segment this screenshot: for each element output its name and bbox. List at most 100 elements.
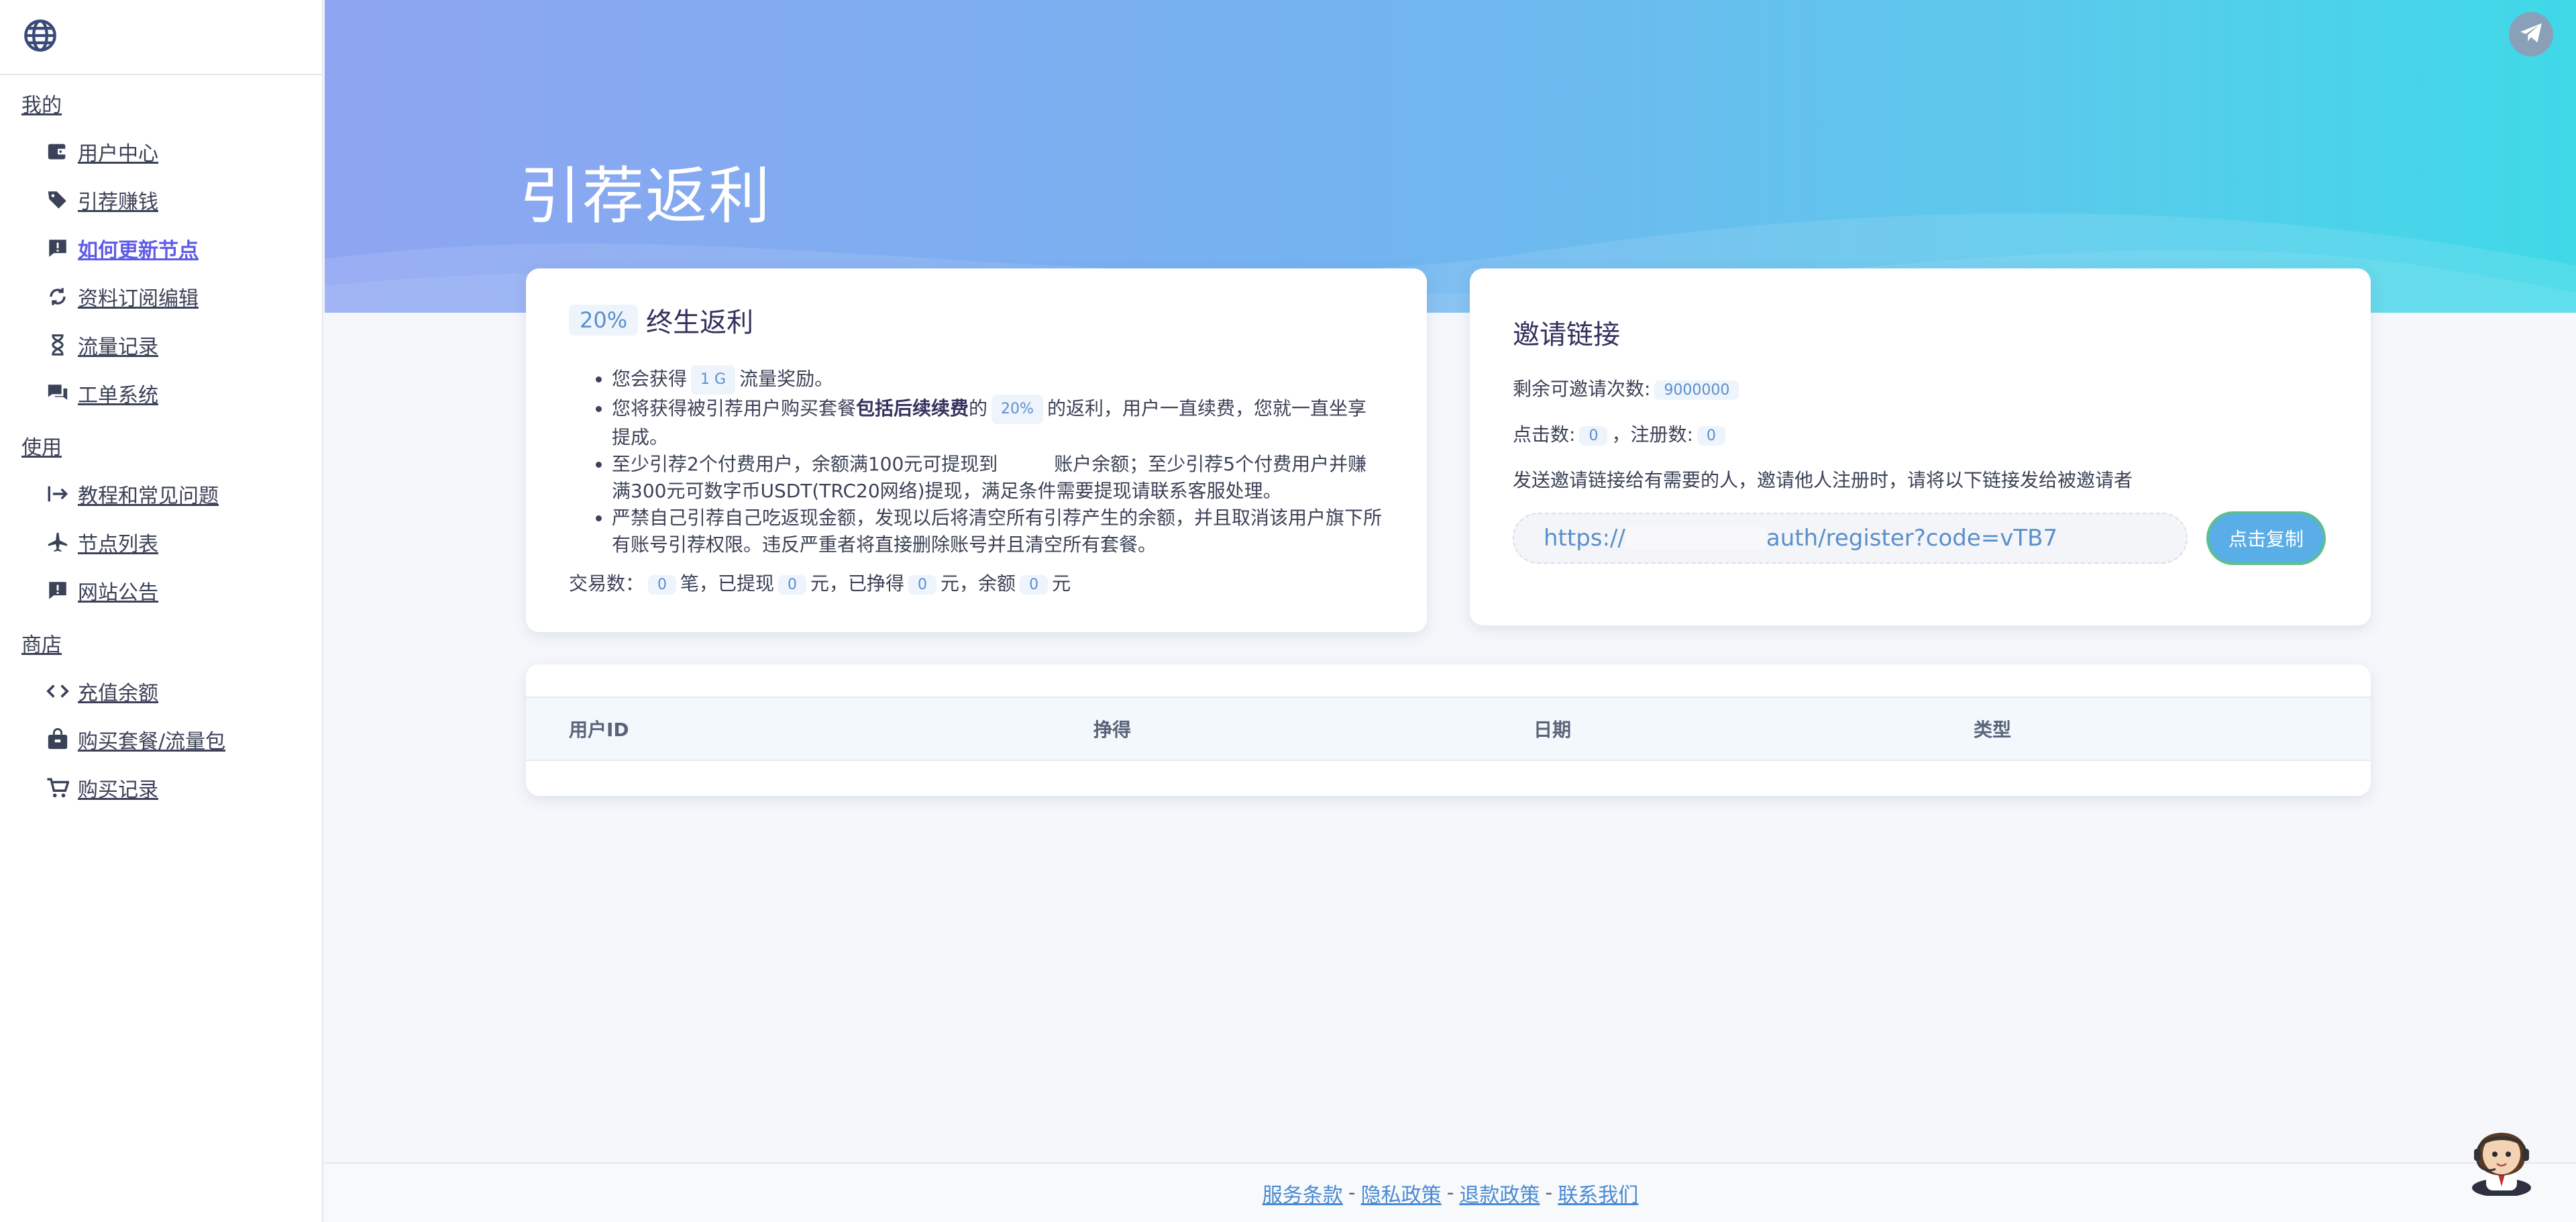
column-header-date[interactable]: 日期 xyxy=(1534,715,1571,742)
remaining-invites-count: 9000000 xyxy=(1654,380,1739,400)
rebate-rule-withdraw: 至少引荐2个付费用户，余额满100元可提现到 账户余额；至少引荐5个付费用户并赚… xyxy=(612,451,1384,505)
rule-text: 您会获得 xyxy=(612,368,688,390)
sidebar-item-tutorials[interactable]: 教程和常见问题 xyxy=(0,470,322,518)
rebate-rules-list: 您会获得1 G流量奖励。 您将获得被引荐用户购买套餐包括后续续费的20%的返利，… xyxy=(569,365,1384,558)
sidebar-item-label: 购买记录 xyxy=(78,778,158,802)
contact-link[interactable]: 联系我们 xyxy=(1558,1178,1638,1208)
sidebar-item-user-center[interactable]: 用户中心 xyxy=(0,128,322,176)
registrations-count: 0 xyxy=(1697,425,1725,446)
sign-in-icon xyxy=(44,480,71,507)
sidebar-item-label: 资料订阅编辑 xyxy=(78,287,199,311)
clicks-count: 0 xyxy=(1579,425,1608,446)
registrations-label: ，注册数: xyxy=(1611,423,1693,446)
sidebar-item-label: 用户中心 xyxy=(78,142,158,166)
sidebar-brand xyxy=(0,0,322,75)
sidebar-item-buy-plan[interactable]: 购买套餐/流量包 xyxy=(0,715,322,764)
sidebar-item-label: 引荐赚钱 xyxy=(78,191,158,214)
invite-link-suffix: auth/register?code=vTB7 xyxy=(1766,525,2058,552)
sidebar-item-subscription-edit[interactable]: 资料订阅编辑 xyxy=(0,272,322,321)
terms-link[interactable]: 服务条款 xyxy=(1263,1178,1343,1208)
withdrawn-amount: 0 xyxy=(778,574,807,595)
footer-separator: - xyxy=(1348,1181,1356,1205)
column-header-earned[interactable]: 挣得 xyxy=(1093,715,1131,742)
support-chat-avatar[interactable] xyxy=(2466,1113,2537,1197)
rule-text: 的 xyxy=(969,397,988,419)
redacted-domain xyxy=(1625,527,1766,550)
trades-count: 0 xyxy=(648,574,677,595)
sidebar-item-traffic-log[interactable]: 流量记录 xyxy=(0,321,322,369)
rule-text: 流量奖励。 xyxy=(739,368,834,390)
sidebar-item-label: 充值余额 xyxy=(78,682,158,705)
sidebar-item-node-list[interactable]: 节点列表 xyxy=(0,518,322,566)
sidebar-item-label: 网站公告 xyxy=(78,581,158,605)
alert-message-icon xyxy=(44,235,71,262)
stat-label: 交易数： xyxy=(569,572,645,595)
invite-description: 发送邀请链接给有需要的人，邀请他人注册时，请将以下链接发给被邀请者 xyxy=(1513,469,2133,491)
privacy-link[interactable]: 隐私政策 xyxy=(1361,1178,1442,1208)
page-header: 引荐返利 xyxy=(325,0,2576,313)
column-header-type[interactable]: 类型 xyxy=(1974,715,2011,742)
rebate-records-table: 用户ID 挣得 日期 类型 xyxy=(526,664,2371,796)
table-header: 用户ID 挣得 日期 类型 xyxy=(526,697,2371,761)
refund-link[interactable]: 退款政策 xyxy=(1459,1178,1540,1208)
rule-text: 您将获得被引荐用户购买套餐 xyxy=(612,397,857,419)
invite-link-field[interactable]: https:// auth/register?code=vTB7 xyxy=(1513,513,2188,564)
footer-separator: - xyxy=(1545,1181,1553,1205)
earned-amount: 0 xyxy=(908,574,937,595)
sidebar-item-purchase-history[interactable]: 购买记录 xyxy=(0,764,322,812)
rebate-card-header: 20% 终生返利 xyxy=(569,301,1384,340)
sync-icon xyxy=(44,283,71,310)
rebate-percent-badge: 20% xyxy=(569,305,639,336)
paper-plane-icon xyxy=(2518,20,2544,48)
sidebar-item-label: 节点列表 xyxy=(78,533,158,556)
footer-separator: - xyxy=(1446,1181,1454,1205)
stat-label: 元 xyxy=(1052,572,1071,595)
invite-card-title: 邀请链接 xyxy=(1513,319,1620,350)
sidebar-item-label: 工单系统 xyxy=(78,384,158,407)
tags-icon xyxy=(44,187,71,213)
traffic-reward-badge: 1 G xyxy=(691,365,736,395)
invite-remaining-row: 剩余可邀请次数: 9000000 xyxy=(1513,374,2328,401)
balance-amount: 0 xyxy=(1020,574,1049,595)
sidebar-section-use[interactable]: 使用 xyxy=(0,421,322,470)
sidebar-item-recharge[interactable]: 充值余额 xyxy=(0,667,322,715)
lifetime-rebate-card: 20% 终生返利 您会获得1 G流量奖励。 您将获得被引荐用户购买套餐包括后续续… xyxy=(526,268,1427,632)
invite-link-card: 邀请链接 剩余可邀请次数: 9000000 点击数: 0 ，注册数: 0 发送邀请链接给… xyxy=(1470,268,2371,625)
stat-label: 笔，已提现 xyxy=(680,572,775,595)
hourglass-icon xyxy=(44,332,71,358)
rebate-card-title: 终生返利 xyxy=(646,307,754,338)
stat-label: 元，已挣得 xyxy=(810,572,905,595)
footer: 服务条款 - 隐私政策 - 退款政策 - 联系我们 xyxy=(325,1162,2576,1222)
invite-stats-row: 点击数: 0 ，注册数: 0 xyxy=(1513,420,2328,447)
invite-link-row: https:// auth/register?code=vTB7 点击复制 xyxy=(1513,511,2328,565)
sidebar: 我的 用户中心 引荐赚钱 如何更新节点 资料订阅编辑 流量记录 工单系统 使用 … xyxy=(0,0,323,1222)
chat-icon xyxy=(44,380,71,407)
rebate-percent-inline-badge: 20% xyxy=(991,395,1043,424)
stat-label: 元，余额 xyxy=(941,572,1016,595)
rule-bold-text: 包括后续续费 xyxy=(856,397,969,419)
sidebar-section-shop[interactable]: 商店 xyxy=(0,619,322,667)
column-header-user-id[interactable]: 用户ID xyxy=(569,715,629,742)
rebate-stats: 交易数： 0 笔，已提现 0 元，已挣得 0 元，余额 0 元 xyxy=(569,569,1384,596)
sidebar-item-label: 教程和常见问题 xyxy=(78,485,219,508)
shopping-bag-icon xyxy=(44,726,71,753)
rebate-rule-renewal: 您将获得被引荐用户购买套餐包括后续续费的20%的返利，用户一直续费，您就一直坐享… xyxy=(612,395,1384,451)
rebate-rule-prohibition: 严禁自己引荐自己吃返现金额，发现以后将清空所有引荐产生的余额，并且取消该用户旗下… xyxy=(612,505,1384,558)
sidebar-item-update-nodes[interactable]: 如何更新节点 xyxy=(0,224,322,272)
sidebar-item-announcements[interactable]: 网站公告 xyxy=(0,566,322,615)
page-title: 引荐返利 xyxy=(519,160,772,232)
sidebar-item-label: 流量记录 xyxy=(78,336,158,359)
sidebar-item-label: 购买套餐/流量包 xyxy=(78,730,226,754)
copy-link-button[interactable]: 点击复制 xyxy=(2206,511,2326,565)
sidebar-item-label: 如何更新节点 xyxy=(78,239,199,262)
remaining-label: 剩余可邀请次数: xyxy=(1513,378,1651,400)
sidebar-item-referral[interactable]: 引荐赚钱 xyxy=(0,176,322,224)
support-agent-icon xyxy=(2472,1133,2531,1197)
globe-icon[interactable] xyxy=(23,18,58,56)
announcement-icon xyxy=(44,577,71,604)
invite-link-prefix: https:// xyxy=(1544,525,1625,552)
sidebar-item-tickets[interactable]: 工单系统 xyxy=(0,369,322,417)
telegram-button[interactable] xyxy=(2509,12,2553,56)
sidebar-section-mine[interactable]: 我的 xyxy=(0,79,322,128)
plane-icon xyxy=(44,529,71,556)
